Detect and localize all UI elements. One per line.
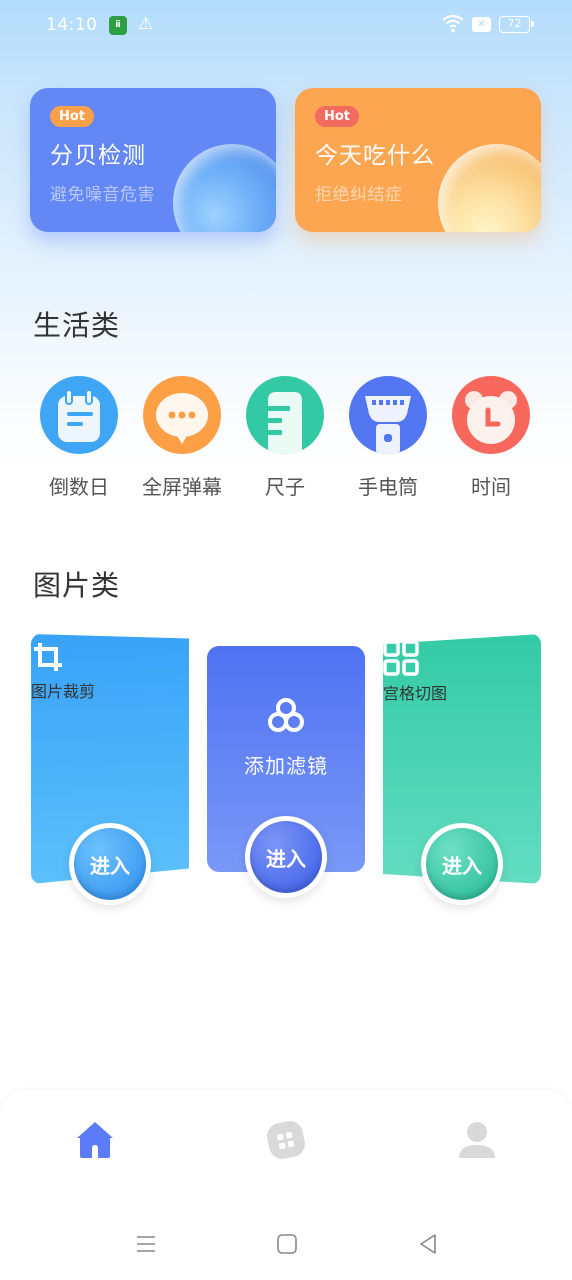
section-title-life: 生活类 bbox=[33, 309, 121, 342]
status-bar: 14:10 ⅱ ⚠ ✕ 72 bbox=[0, 0, 572, 52]
wifi-icon bbox=[442, 14, 464, 33]
tab-apps[interactable] bbox=[264, 1118, 308, 1162]
hot-badge: Hot bbox=[50, 106, 95, 127]
enter-button-crop[interactable]: 进入 bbox=[69, 823, 151, 905]
orb-decoration bbox=[173, 144, 276, 232]
hot-card-decibel[interactable]: Hot 分贝检测 避免噪音危害 bbox=[30, 88, 276, 232]
battery-icon: 72 bbox=[499, 16, 534, 33]
chat-bubble-icon bbox=[143, 376, 221, 454]
tool-label: 倒数日 bbox=[49, 475, 109, 499]
enter-button-label: 进入 bbox=[74, 828, 146, 900]
system-back-button[interactable] bbox=[414, 1230, 442, 1258]
system-menu-button[interactable] bbox=[132, 1230, 160, 1258]
tool-countdown[interactable]: 倒数日 bbox=[29, 376, 129, 500]
flashlight-icon bbox=[349, 376, 427, 454]
tool-label: 尺子 bbox=[265, 475, 305, 499]
grid-icon bbox=[383, 640, 541, 680]
tool-time[interactable]: 时间 bbox=[441, 376, 541, 500]
crop-icon bbox=[31, 640, 189, 678]
hot-card-title: 今天吃什么 bbox=[315, 143, 435, 169]
section-title-image: 图片类 bbox=[33, 569, 121, 602]
tool-fullscreen-danmaku[interactable]: 全屏弹幕 bbox=[132, 376, 232, 500]
enter-button-grid[interactable]: 进入 bbox=[421, 823, 503, 905]
hot-card-subtitle: 拒绝纠结症 bbox=[315, 185, 403, 205]
hot-badge: Hot bbox=[315, 106, 360, 127]
tool-label: 手电筒 bbox=[358, 475, 418, 499]
alarm-clock-icon bbox=[452, 376, 530, 454]
hot-card-what-to-eat[interactable]: Hot 今天吃什么 拒绝纠结症 bbox=[295, 88, 541, 232]
ruler-icon bbox=[246, 376, 324, 454]
tab-profile[interactable] bbox=[455, 1118, 499, 1162]
enter-button-filter[interactable]: 进入 bbox=[245, 816, 327, 898]
filter-icon bbox=[207, 696, 365, 738]
home-square-icon bbox=[277, 1234, 297, 1254]
card-label: 添加滤镜 bbox=[244, 754, 328, 778]
hot-card-subtitle: 避免噪音危害 bbox=[50, 185, 155, 205]
tool-label: 全屏弹幕 bbox=[142, 475, 222, 499]
app-notification-icon: ⅱ bbox=[109, 16, 127, 35]
home-icon bbox=[77, 1122, 113, 1158]
card-label: 图片裁剪 bbox=[31, 682, 96, 701]
orb-decoration bbox=[438, 144, 541, 232]
back-icon bbox=[420, 1234, 436, 1254]
status-time: 14:10 bbox=[46, 15, 98, 35]
menu-icon bbox=[137, 1236, 155, 1252]
warning-icon: ⚠ bbox=[138, 14, 154, 34]
card-label: 宫格切图 bbox=[383, 684, 448, 703]
sim-icon: ✕ bbox=[472, 17, 491, 32]
apps-icon bbox=[267, 1121, 305, 1159]
enter-button-label: 进入 bbox=[426, 828, 498, 900]
user-icon bbox=[459, 1122, 495, 1158]
system-home-button[interactable] bbox=[273, 1230, 301, 1258]
enter-button-label: 进入 bbox=[250, 821, 322, 893]
tool-label: 时间 bbox=[471, 475, 511, 499]
tab-home[interactable] bbox=[73, 1118, 117, 1162]
calendar-icon bbox=[40, 376, 118, 454]
hot-card-title: 分贝检测 bbox=[50, 143, 146, 169]
tool-ruler[interactable]: 尺子 bbox=[235, 376, 335, 500]
tool-flashlight[interactable]: 手电筒 bbox=[338, 376, 438, 500]
